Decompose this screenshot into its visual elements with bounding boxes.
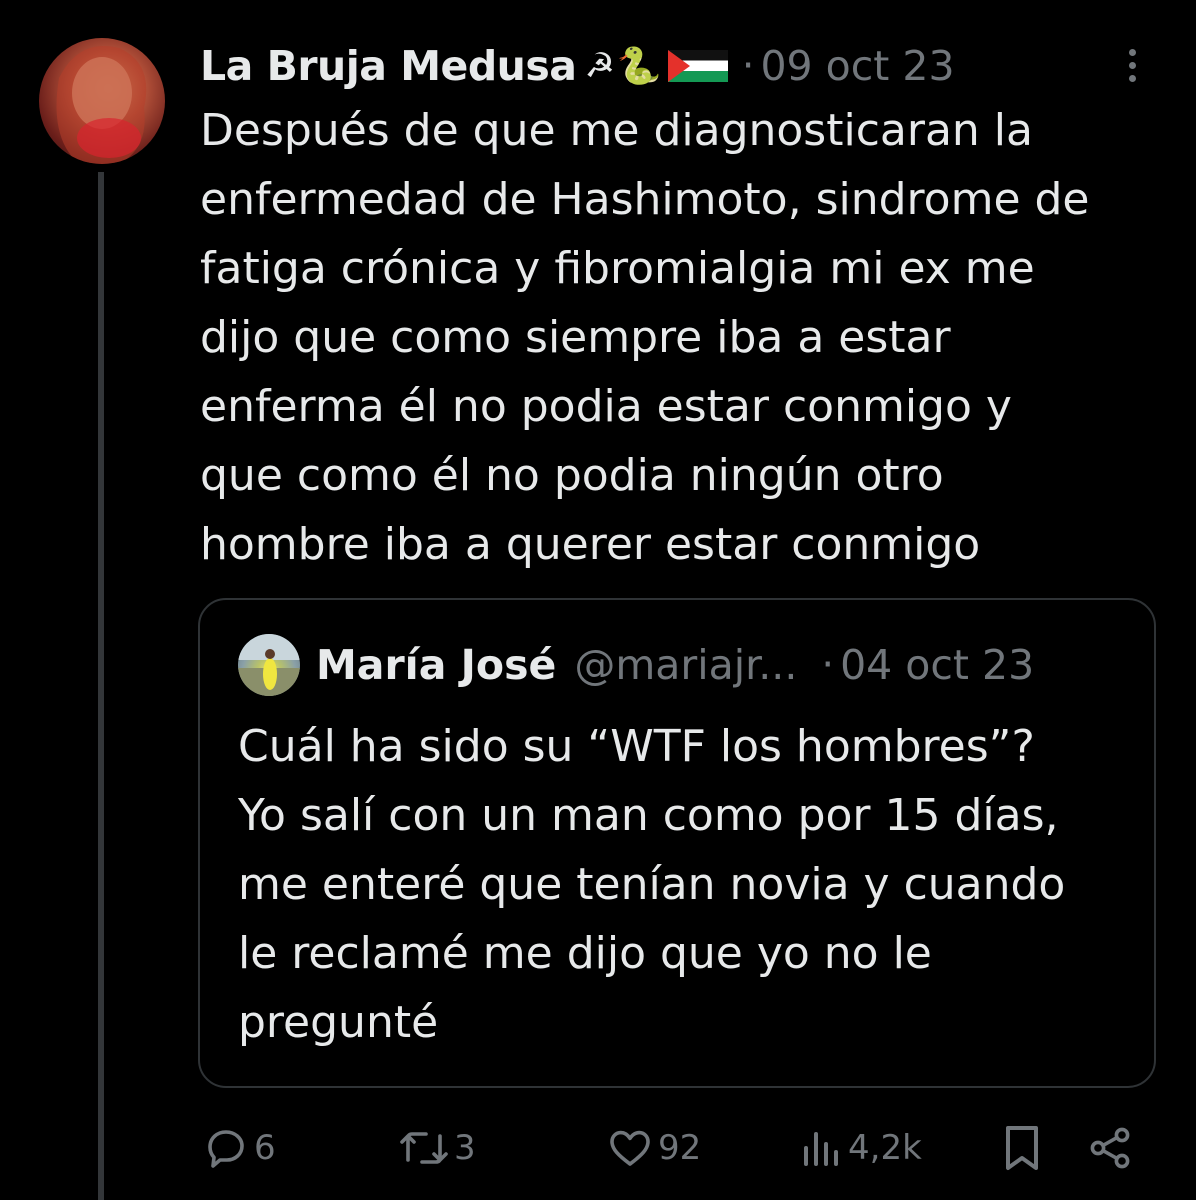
snake-icon: 🐍 — [616, 46, 662, 87]
reply-count: 6 — [254, 1128, 276, 1168]
heart-icon — [610, 1130, 650, 1166]
retweet-button[interactable]: 3 — [398, 1118, 476, 1178]
quote-text-line: me enteré que tenían novia y cuando — [238, 859, 1066, 910]
tweet-text-line: fatiga crónica y fibromialgia mi ex me — [200, 243, 1035, 294]
thread-line — [98, 172, 104, 1200]
tweet-text-line: Después de que me diagnosticaran la — [200, 105, 1033, 156]
tweet-text: Después de que me diagnosticaran la enfe… — [200, 96, 1180, 579]
tweet-text-line: enfermedad de Hashimoto, sindrome de — [200, 174, 1090, 225]
like-button[interactable]: 92 — [606, 1118, 701, 1178]
bookmark-button[interactable] — [998, 1118, 1046, 1178]
tweet-text-line: que como él no podia ningún otro — [200, 450, 944, 501]
retweet-count: 3 — [454, 1128, 476, 1168]
quote-text-line: pregunté — [238, 997, 439, 1048]
quote-text: Cuál ha sido su “WTF los hombres”? Yo sa… — [238, 712, 1138, 1057]
quote-author-handle[interactable]: @mariajr... — [574, 641, 797, 689]
author-emojis: ☭ 🐍 — [584, 45, 728, 87]
action-bar: 6 3 92 4,2k — [0, 1118, 1196, 1178]
share-button[interactable] — [1086, 1118, 1134, 1178]
palestine-flag-icon — [667, 50, 728, 82]
author-avatar[interactable] — [39, 38, 165, 164]
tweet-text-line: dijo que como siempre iba a estar — [200, 312, 951, 363]
quoted-tweet[interactable]: María José @mariajr... · 04 oct 23 Cuál … — [198, 598, 1156, 1088]
tweet-text-line: enferma él no podia estar conmigo y — [200, 381, 1012, 432]
quote-text-line: Yo salí con un man como por 15 días, — [238, 790, 1059, 841]
views-button[interactable]: 4,2k — [800, 1118, 922, 1178]
quote-header: María José @mariajr... · 04 oct 23 — [316, 638, 1034, 692]
reply-icon — [208, 1130, 244, 1168]
hammer-sickle-icon: ☭ — [584, 46, 615, 86]
tweet-text-line: hombre iba a querer estar conmigo — [200, 519, 981, 570]
views-icon — [804, 1132, 838, 1166]
share-icon — [1090, 1127, 1130, 1169]
tweet-date[interactable]: 09 oct 23 — [760, 42, 954, 90]
like-count: 92 — [658, 1128, 702, 1168]
tweet-header: La Bruja Medusa ☭ 🐍 · 09 oct 23 — [200, 38, 955, 94]
retweet-icon — [400, 1132, 448, 1164]
quote-author-avatar[interactable] — [238, 634, 300, 696]
bookmark-icon — [1006, 1126, 1038, 1170]
reply-button[interactable]: 6 — [202, 1118, 276, 1178]
more-vertical-icon[interactable] — [1112, 40, 1152, 90]
separator-dot: · — [821, 642, 835, 688]
quote-author-name[interactable]: María José — [316, 641, 556, 689]
quote-text-line: Cuál ha sido su “WTF los hombres”? — [238, 721, 1035, 772]
views-count: 4,2k — [848, 1128, 922, 1168]
separator-dot: · — [741, 43, 755, 89]
author-name[interactable]: La Bruja Medusa — [200, 42, 577, 90]
quote-date[interactable]: 04 oct 23 — [840, 641, 1034, 689]
quote-text-line: le reclamé me dijo que yo no le — [238, 928, 932, 979]
